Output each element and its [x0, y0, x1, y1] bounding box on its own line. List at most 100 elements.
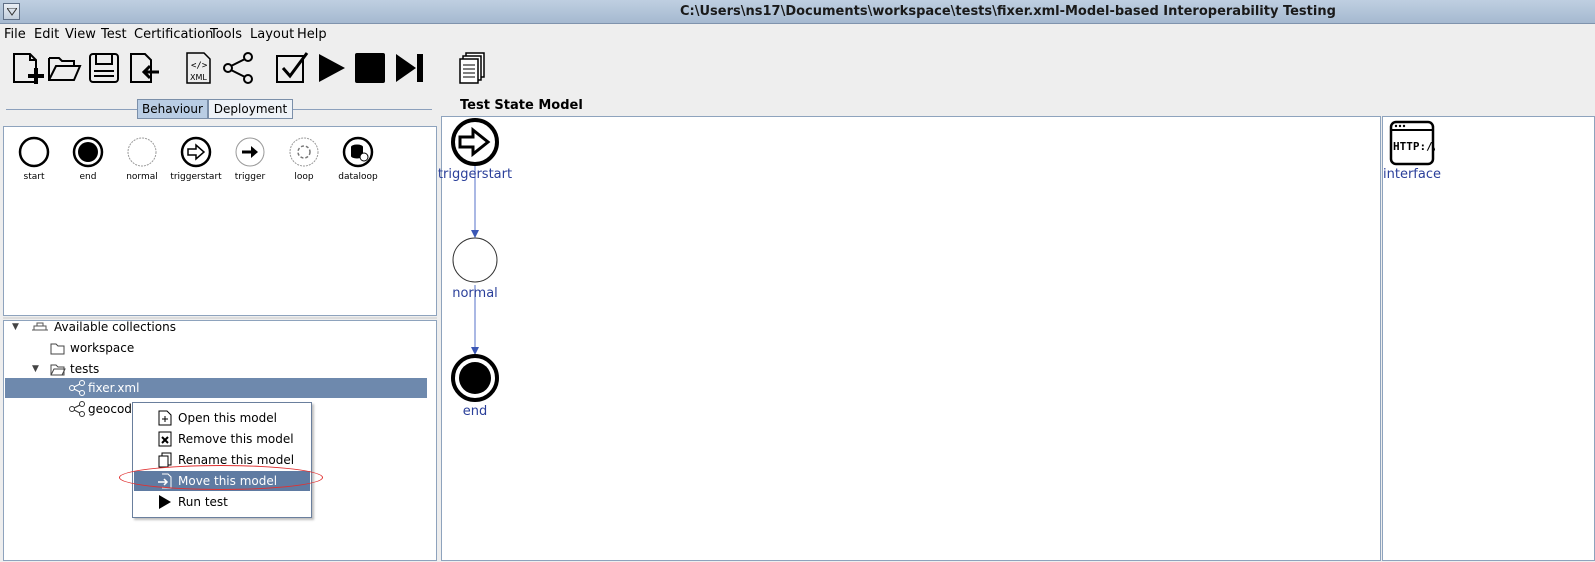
xml-file-icon: </> XML — [186, 52, 211, 84]
model-graph-icon — [69, 401, 85, 417]
palette-dataloop[interactable]: dataloop — [328, 135, 388, 182]
interface-label: interface — [1383, 167, 1441, 182]
new-model-button[interactable] — [6, 48, 46, 88]
svg-text:XML: XML — [190, 73, 207, 82]
menu-item-label: Rename this model — [178, 453, 295, 467]
xml-button[interactable]: </> XML — [178, 48, 218, 88]
export-button[interactable] — [123, 48, 163, 88]
node-triggerstart[interactable] — [451, 118, 499, 166]
tab-deployment[interactable]: Deployment — [208, 99, 293, 119]
palette-trigger[interactable]: trigger — [220, 135, 280, 182]
menu-item-move-model[interactable]: Move this model — [134, 471, 310, 491]
validate-button[interactable] — [272, 48, 312, 88]
save-icon — [89, 53, 119, 83]
node-label-normal: normal — [452, 286, 498, 301]
state-model-canvas[interactable]: triggerstart normal end — [438, 116, 1381, 561]
toolbar: </> XML — [0, 48, 1595, 92]
stop-button[interactable] — [350, 48, 390, 88]
menu-item-remove-model[interactable]: Remove this model — [134, 429, 310, 449]
svg-text:</>: </> — [191, 61, 208, 71]
tab-behaviour[interactable]: Behaviour — [137, 99, 208, 119]
menu-help[interactable]: Help — [297, 27, 327, 42]
palette-start[interactable]: start — [4, 135, 64, 182]
palette-triggerstart[interactable]: triggerstart — [166, 135, 226, 182]
window-title: C:\Users\ns17\Documents\workspace\tests\… — [680, 4, 1336, 19]
node-end[interactable] — [451, 354, 499, 402]
open-button[interactable] — [44, 48, 84, 88]
palette-normal[interactable]: normal — [112, 135, 172, 182]
canvas-title: Test State Model — [460, 98, 583, 113]
http-interface-icon: HTTP:// — [1389, 120, 1440, 166]
start-state-icon — [18, 136, 50, 168]
trigger-state-icon — [235, 137, 265, 167]
tree-item-geocode[interactable]: geocod — [68, 399, 132, 419]
expand-down-icon: ▼ — [12, 322, 19, 332]
copy-documents-icon — [459, 52, 485, 84]
menu-edit[interactable]: Edit — [34, 27, 59, 42]
move-document-icon — [158, 473, 172, 489]
palette-label: trigger — [234, 172, 266, 182]
node-normal[interactable] — [452, 237, 498, 283]
share-graph-icon — [223, 52, 253, 84]
step-forward-button[interactable] — [389, 48, 429, 88]
node-label-end: end — [462, 404, 488, 419]
play-icon — [319, 54, 345, 82]
end-state-icon — [72, 136, 104, 168]
context-menu: Open this model Remove this model Rename… — [132, 402, 312, 518]
collections-icon — [32, 322, 48, 331]
menu-view[interactable]: View — [65, 27, 96, 42]
palette-label: normal — [126, 172, 158, 182]
tree-item-tests[interactable]: ▼ tests — [32, 359, 99, 379]
tree-item-fixer[interactable]: fixer.xml — [5, 378, 427, 398]
menu-certification[interactable]: Certification — [134, 27, 213, 42]
palette-label: dataloop — [338, 172, 378, 182]
palette-label: end — [79, 172, 97, 182]
menu-item-open-model[interactable]: Open this model — [134, 408, 310, 428]
menu-file[interactable]: File — [4, 27, 26, 42]
folder-icon — [50, 343, 65, 355]
triggerstart-state-icon — [180, 136, 212, 168]
interface-node[interactable]: HTTP:// — [1389, 120, 1440, 169]
model-graph-icon — [69, 380, 85, 396]
title-bar: C:\Users\ns17\Documents\workspace\tests\… — [0, 0, 1595, 24]
node-label-triggerstart: triggerstart — [437, 167, 513, 182]
validate-checkbox-icon — [276, 52, 309, 83]
tree-item-label: workspace — [70, 341, 135, 355]
palette-label: triggerstart — [170, 172, 222, 182]
tree-item-label: fixer.xml — [88, 381, 140, 395]
tree-item-workspace[interactable]: workspace — [50, 338, 134, 358]
tree-item-label: geocod — [88, 402, 132, 416]
palette-end[interactable]: end — [58, 135, 118, 182]
tree-item-label: tests — [70, 362, 100, 376]
expand-down-icon: ▼ — [32, 364, 39, 374]
new-model-icon — [13, 53, 44, 84]
svg-text:HTTP://: HTTP:// — [1393, 140, 1435, 153]
folder-open-icon — [50, 364, 66, 376]
tree-root-label: Available collections — [54, 320, 176, 334]
save-button[interactable] — [84, 48, 124, 88]
share-button[interactable] — [218, 48, 258, 88]
menu-item-label: Remove this model — [178, 432, 294, 446]
play-button[interactable] — [311, 48, 351, 88]
copy-button[interactable] — [452, 48, 492, 88]
export-icon — [130, 53, 159, 83]
play-icon — [159, 495, 171, 509]
window-menu-button[interactable] — [3, 3, 20, 20]
menu-item-label: Move this model — [178, 474, 278, 488]
step-forward-icon — [396, 54, 423, 82]
menu-item-rename-model[interactable]: Rename this model — [134, 450, 310, 470]
dataloop-state-icon — [342, 136, 374, 168]
menu-item-run-test[interactable]: Run test — [134, 492, 310, 512]
menu-layout[interactable]: Layout — [250, 27, 294, 42]
stop-icon — [355, 53, 385, 83]
open-document-icon — [158, 410, 172, 426]
state-graph — [451, 118, 499, 402]
menu-test[interactable]: Test — [101, 27, 127, 42]
state-palette: start end normal triggerstart trigger lo… — [3, 126, 437, 316]
tree-root[interactable]: ▼ Available collections — [12, 317, 176, 337]
palette-loop[interactable]: loop — [274, 135, 334, 182]
menu-tools[interactable]: Tools — [210, 27, 242, 42]
deployment-panel: HTTP:// interface — [1382, 116, 1595, 561]
rename-document-icon — [158, 452, 172, 468]
menu-bar: File Edit View Test Certification Tools … — [0, 24, 1595, 46]
